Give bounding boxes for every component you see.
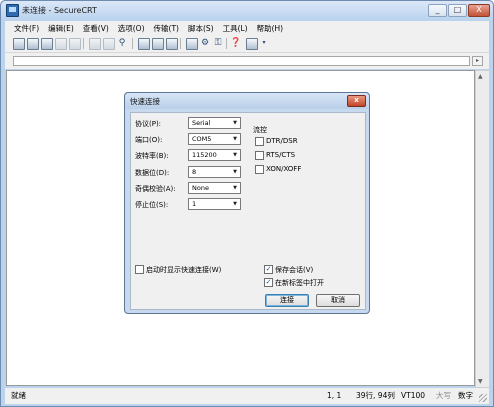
global-options-icon[interactable]: ⚙ — [199, 37, 211, 49]
menu-script[interactable]: 脚本(S) — [188, 23, 214, 34]
help-icon[interactable]: ❓ — [230, 37, 242, 49]
rts-cts-label: RTS/CTS — [266, 151, 296, 159]
cancel-button[interactable]: 取消 — [316, 294, 360, 307]
connect-tab-icon[interactable] — [41, 38, 53, 50]
minimize-button[interactable]: _ — [428, 4, 447, 17]
port-label: 端口(O): — [135, 136, 163, 144]
quick-connect-dialog: 快速连接 x 协议(P): Serial ▼ 端口(O): COM5 ▼ 波特率… — [124, 92, 370, 314]
print-icon[interactable] — [152, 38, 164, 50]
open-in-tab-checkbox[interactable]: ✓ — [264, 278, 273, 287]
menu-edit[interactable]: 编辑(E) — [48, 23, 74, 34]
paste-icon[interactable] — [103, 38, 115, 50]
data-bits-select[interactable]: 8 ▼ — [188, 166, 241, 178]
keymap-icon[interactable]: ⚿ — [212, 37, 224, 49]
toolbar-overflow-icon[interactable]: ▾ — [258, 37, 270, 49]
menu-help[interactable]: 帮助(H) — [257, 23, 284, 34]
status-emulation: VT100 — [401, 391, 426, 400]
status-num: 数字 — [458, 391, 473, 400]
protocol-value: Serial — [192, 119, 211, 127]
chevron-down-icon: ▼ — [233, 136, 237, 142]
toolbar: ⚲ ⚙ ⚿ ❓ ▾ — [5, 35, 489, 53]
xon-xoff-checkbox[interactable] — [255, 165, 264, 174]
chevron-down-icon: ▼ — [233, 120, 237, 126]
vertical-scrollbar[interactable]: ▲ ▼ — [475, 70, 490, 388]
parity-select[interactable]: None ▼ — [188, 182, 241, 194]
menu-bar: 文件(F) 编辑(E) 查看(V) 选项(O) 传输(T) 脚本(S) 工具(L… — [5, 21, 489, 35]
quick-connect-icon[interactable] — [27, 38, 39, 50]
toolbar-separator — [226, 38, 227, 49]
dtr-dsr-label: DTR/DSR — [266, 137, 298, 145]
status-caps: 大写 — [436, 391, 451, 400]
toolbar-separator — [180, 38, 181, 49]
menu-file[interactable]: 文件(F) — [14, 23, 39, 34]
window-title: 未连接 - SecureCRT — [22, 6, 97, 15]
rts-cts-checkbox[interactable] — [255, 151, 264, 160]
status-size: 39行, 94列 — [356, 391, 395, 400]
reconnect-icon[interactable] — [55, 38, 67, 50]
sftp-icon[interactable] — [246, 38, 258, 50]
status-cursor-position: 1, 1 — [327, 391, 342, 400]
chevron-down-icon: ▼ — [233, 152, 237, 158]
resize-grip-icon[interactable] — [479, 394, 487, 402]
xon-xoff-label: XON/XOFF — [266, 165, 302, 173]
title-bar[interactable]: 未连接 - SecureCRT _ □ X — [1, 1, 493, 19]
data-bits-value: 8 — [192, 168, 197, 176]
address-input[interactable] — [13, 56, 470, 66]
protocol-label: 协议(P): — [135, 120, 162, 128]
maximize-button[interactable]: □ — [448, 4, 467, 17]
disconnect-icon[interactable] — [69, 38, 81, 50]
menu-options[interactable]: 选项(O) — [118, 23, 145, 34]
address-bar: ▸ — [5, 53, 489, 69]
protocol-select[interactable]: Serial ▼ — [188, 117, 241, 129]
open-in-tab-label: 在新标签中打开 — [275, 279, 324, 287]
menu-view[interactable]: 查看(V) — [83, 23, 109, 34]
stop-bits-value: 1 — [192, 200, 197, 208]
show-on-startup-label: 启动时显示快速连接(W) — [146, 266, 222, 274]
find-icon[interactable]: ⚲ — [116, 37, 128, 49]
stop-bits-label: 停止位(S): — [135, 201, 169, 209]
flow-control-label: 流控 — [253, 126, 267, 134]
scroll-down-icon[interactable]: ▼ — [478, 378, 483, 385]
address-scroll-icon[interactable]: ▸ — [472, 56, 483, 66]
chevron-down-icon: ▼ — [233, 169, 237, 175]
close-button[interactable]: X — [468, 4, 490, 17]
dialog-close-button[interactable]: x — [347, 95, 366, 107]
dtr-dsr-checkbox[interactable] — [255, 137, 264, 146]
parity-label: 奇偶校验(A): — [135, 185, 176, 193]
save-session-label: 保存会话(V) — [275, 266, 314, 274]
port-select[interactable]: COM5 ▼ — [188, 133, 241, 145]
stop-bits-select[interactable]: 1 ▼ — [188, 198, 241, 210]
toolbar-separator — [83, 38, 84, 49]
status-ready: 就绪 — [11, 391, 26, 400]
dialog-title: 快速连接 — [130, 97, 160, 106]
dialog-body: 协议(P): Serial ▼ 端口(O): COM5 ▼ 波特率(B): 11… — [130, 112, 366, 310]
menu-tools[interactable]: 工具(L) — [223, 23, 248, 34]
chevron-down-icon: ▼ — [233, 201, 237, 207]
chevron-down-icon: ▼ — [233, 185, 237, 191]
copy-icon[interactable] — [89, 38, 101, 50]
baud-rate-value: 115200 — [192, 151, 217, 159]
dialog-title-bar[interactable]: 快速连接 x — [125, 93, 369, 109]
connect-icon[interactable] — [13, 38, 25, 50]
scroll-up-icon[interactable]: ▲ — [478, 73, 483, 80]
connect-button[interactable]: 连接 — [265, 294, 309, 307]
toolbar-separator — [132, 38, 133, 49]
print-setup-icon[interactable] — [138, 38, 150, 50]
port-value: COM5 — [192, 135, 212, 143]
menu-transfer[interactable]: 传输(T) — [154, 23, 179, 34]
securecrt-app-icon — [6, 4, 19, 17]
status-bar: 就绪 1, 1 39行, 94列 VT100 大写 数字 — [5, 388, 489, 404]
parity-value: None — [192, 184, 209, 192]
session-options-icon[interactable] — [186, 38, 198, 50]
save-session-checkbox[interactable]: ✓ — [264, 265, 273, 274]
data-bits-label: 数据位(D): — [135, 169, 170, 177]
baud-rate-label: 波特率(B): — [135, 152, 169, 160]
log-icon[interactable] — [166, 38, 178, 50]
baud-rate-select[interactable]: 115200 ▼ — [188, 149, 241, 161]
show-on-startup-checkbox[interactable] — [135, 265, 144, 274]
